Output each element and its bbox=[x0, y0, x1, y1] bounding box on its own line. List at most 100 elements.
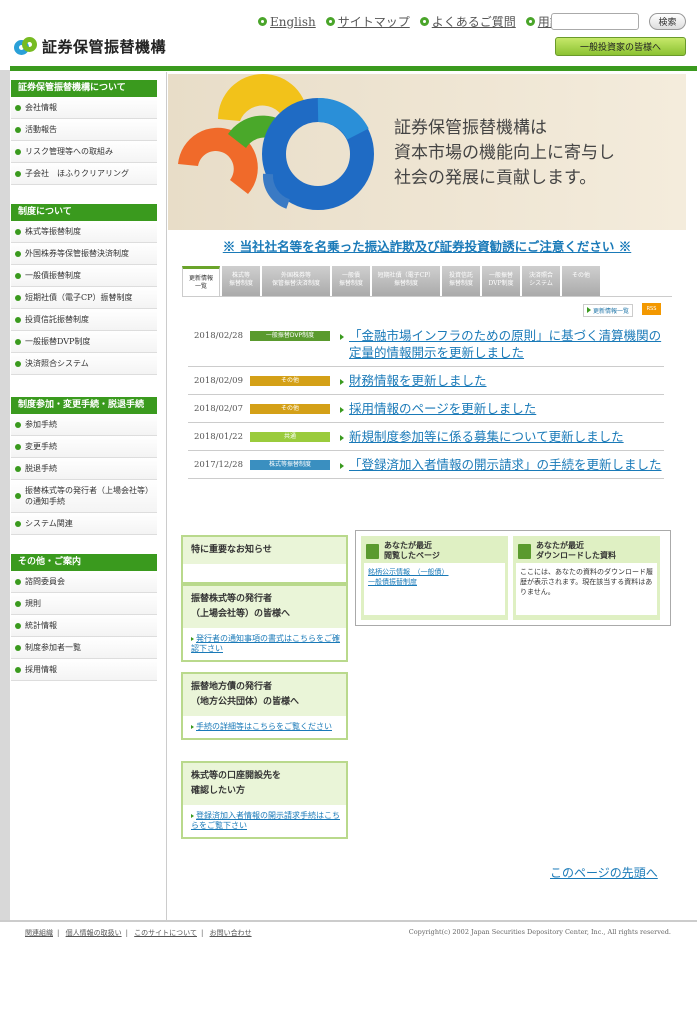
notice-body: 手続の詳細等はこちらをご覧ください bbox=[183, 716, 346, 738]
bullet-icon bbox=[15, 600, 21, 607]
account-link[interactable]: 登録済加入者情報の開示請求手続はこちらをご覧下さい bbox=[191, 811, 340, 830]
tab-dvp[interactable]: 一般振替 DVP制度 bbox=[482, 266, 520, 297]
investor-button[interactable]: 一般投資家の皆様へ bbox=[555, 37, 686, 56]
footer-divider bbox=[0, 920, 697, 922]
recent-title-line: 閲覧したページ bbox=[384, 551, 440, 560]
arrow-icon bbox=[587, 307, 591, 313]
sidebar-item-risk[interactable]: リスク管理等への取組み bbox=[11, 141, 157, 163]
local-gov-link[interactable]: 手続の詳細等はこちらをご覧ください bbox=[196, 722, 332, 731]
sidebar-item-foreign[interactable]: 外国株券等保管振替決済制度 bbox=[11, 243, 157, 265]
news-title-link[interactable]: 「金融市場インフラのための原則」に基づく清算機関の定量的情報開示を更新しました bbox=[349, 327, 664, 361]
tab-label: 投資信託 bbox=[448, 272, 473, 279]
sidebar-item-cp[interactable]: 短期社債（電子CP）振替制度 bbox=[11, 287, 157, 309]
footer-link[interactable]: このサイトについて bbox=[134, 929, 197, 937]
sidebar-item-label: リスク管理等への取組み bbox=[25, 147, 113, 156]
sidebar-item-join[interactable]: 参加手続 bbox=[11, 414, 157, 436]
sidebar-item-matching[interactable]: 決済照合システム bbox=[11, 353, 157, 375]
news-title-link[interactable]: 新規制度参加等に係る募集について更新しました bbox=[349, 428, 664, 445]
bullet-icon bbox=[15, 666, 21, 673]
notice-title-line: 振替地方債の発行者 bbox=[191, 682, 273, 692]
sidebar-item-label: 統計情報 bbox=[25, 621, 57, 630]
search-button[interactable]: 検索 bbox=[649, 13, 686, 30]
top-nav: English サイトマップ よくあるご質問 用語集 bbox=[258, 13, 584, 30]
sidebar-item-company[interactable]: 会社情報 bbox=[11, 97, 157, 119]
sidebar-item-issuer-notice[interactable]: 振替株式等の発行者（上場会社等）の通知手続 bbox=[11, 480, 157, 513]
sidebar-item-label: 活動報告 bbox=[25, 125, 57, 134]
sidebar-item-bonds[interactable]: 一般債振替制度 bbox=[11, 265, 157, 287]
sidebar-item-recruit[interactable]: 採用情報 bbox=[11, 659, 157, 681]
news-date: 2018/02/28 bbox=[194, 331, 243, 341]
sidebar-item-activities[interactable]: 活動報告 bbox=[11, 119, 157, 141]
sidebar-item-label: 会社情報 bbox=[25, 103, 57, 112]
tab-label: 保管振替決済制度 bbox=[271, 280, 320, 287]
nav-label: サイトマップ bbox=[337, 15, 410, 29]
tab-label: 振替制度 bbox=[448, 280, 473, 287]
sidebar-item-dvp[interactable]: 一般振替DVP制度 bbox=[11, 331, 157, 353]
sidebar-item-advisory[interactable]: 諮問委員会 bbox=[11, 571, 157, 593]
fraud-alert-link[interactable]: ※ 当社社名等を名乗った振込詐欺及び証券投資勧誘にご注意ください ※ bbox=[168, 236, 686, 255]
nav-faq[interactable]: よくあるご質問 bbox=[419, 13, 516, 30]
site-logo[interactable]: 証券保管振替機構 bbox=[14, 35, 166, 57]
sidebar-group-title: その他・ご案内 bbox=[11, 554, 157, 571]
sidebar-item-stocks[interactable]: 株式等振替制度 bbox=[11, 221, 157, 243]
tab-bonds[interactable]: 一般債 振替制度 bbox=[332, 266, 370, 297]
news-list-link[interactable]: 更新情報一覧 bbox=[583, 304, 634, 317]
sidebar-item-rules[interactable]: 規則 bbox=[11, 593, 157, 615]
tab-other[interactable]: その他 bbox=[562, 266, 600, 297]
sidebar-item-trust[interactable]: 投資信託振替制度 bbox=[11, 309, 157, 331]
tab-divider bbox=[182, 296, 672, 297]
tab-cp[interactable]: 短期社債（電子CP） 振替制度 bbox=[372, 266, 440, 297]
sidebar-item-system[interactable]: システム関連 bbox=[11, 513, 157, 535]
tab-stocks[interactable]: 株式等 振替制度 bbox=[222, 266, 260, 297]
nav-sitemap[interactable]: サイトマップ bbox=[325, 13, 410, 30]
account-notice-box: 株式等の口座開設先を 確認したい方 登録済加入者情報の開示請求手続はこちらをご覧下… bbox=[181, 761, 348, 839]
category-badge: その他 bbox=[250, 404, 330, 414]
tab-matching[interactable]: 決済照合 システム bbox=[522, 266, 560, 297]
sidebar-item-withdraw[interactable]: 脱退手続 bbox=[11, 458, 157, 480]
hero-line: 資本市場の機能向上に寄与し bbox=[394, 143, 615, 163]
sidebar-item-subsidiary[interactable]: 子会社 ほふりクリアリング bbox=[11, 163, 157, 185]
sidebar-group-about: 証券保管振替機構について 会社情報 活動報告 リスク管理等への取組み 子会社 ほ… bbox=[11, 80, 157, 185]
rss-icon[interactable]: RSS bbox=[642, 303, 661, 315]
sidebar-item-label: 株式等振替制度 bbox=[25, 227, 81, 236]
hero-banner: 証券保管振替機構は 資本市場の機能向上に寄与し 社会の発展に貢献します。 bbox=[168, 74, 686, 230]
tab-foreign[interactable]: 外国株券等 保管振替決済制度 bbox=[262, 266, 330, 297]
tab-updates[interactable]: 更新情報 一覧 bbox=[182, 266, 220, 297]
bullet-icon bbox=[15, 250, 21, 257]
left-gutter bbox=[0, 70, 10, 920]
issuers-link[interactable]: 発行者の通知事項の書式はこちらをご確認下さい bbox=[191, 634, 340, 653]
hero-line: 社会の発展に貢献します。 bbox=[394, 168, 597, 188]
sidebar-item-label: 一般債振替制度 bbox=[25, 271, 81, 280]
sidebar-item-label: 外国株券等保管振替決済制度 bbox=[25, 249, 129, 258]
sidebar-item-stats[interactable]: 統計情報 bbox=[11, 615, 157, 637]
sidebar-group-systems: 制度について 株式等振替制度 外国株券等保管振替決済制度 一般債振替制度 短期社… bbox=[11, 204, 157, 375]
tab-trust[interactable]: 投資信託 振替制度 bbox=[442, 266, 480, 297]
recent-downloads-text: ここには、あなたの資料のダウンロード履歴が表示されます。現在該当する資料はありま… bbox=[516, 563, 657, 615]
news-tabs: 更新情報 一覧 株式等 振替制度 外国株券等 保管振替決済制度 一般債 振替制度 短期社… bbox=[182, 266, 602, 297]
footer-link[interactable]: お問い合わせ bbox=[210, 929, 252, 937]
recent-page-link[interactable]: 一般債振替制度 bbox=[368, 577, 501, 587]
sidebar-item-label: 子会社 ほふりクリアリング bbox=[25, 169, 129, 178]
notice-title: 株式等の口座開設先を 確認したい方 bbox=[183, 763, 346, 805]
recent-page-link[interactable]: 銘柄公示情報 （一般債） bbox=[368, 567, 501, 577]
arrow-icon bbox=[191, 725, 194, 729]
document-icon bbox=[366, 543, 379, 559]
nav-english[interactable]: English bbox=[258, 15, 316, 29]
footer-link[interactable]: 関連組織 bbox=[25, 929, 53, 937]
sidebar-item-participants[interactable]: 制度参加者一覧 bbox=[11, 637, 157, 659]
tab-label: 株式等 bbox=[231, 272, 250, 279]
news-title-link[interactable]: 「登録済加入者情報の開示請求」の手続を更新しました bbox=[349, 456, 664, 473]
sidebar-item-change[interactable]: 変更手続 bbox=[11, 436, 157, 458]
news-title-link[interactable]: 財務情報を更新しました bbox=[349, 372, 664, 389]
news-title-link[interactable]: 採用情報のページを更新しました bbox=[349, 400, 664, 417]
footer-link[interactable]: 個人情報の取扱い bbox=[66, 929, 122, 937]
bullet-icon bbox=[15, 272, 21, 279]
important-notice-box: 特に重要なお知らせ bbox=[181, 535, 348, 584]
page-top-link[interactable]: このページの先頭へ bbox=[550, 864, 658, 881]
recent-pages: あなたが最近 閲覧したページ 銘柄公示情報 （一般債） 一般債振替制度 bbox=[361, 536, 508, 620]
tab-label: 一般債 bbox=[341, 272, 360, 279]
search-input[interactable] bbox=[551, 13, 639, 30]
notice-body: 発行者の通知事項の書式はこちらをご確認下さい bbox=[183, 628, 346, 660]
chain-rings-illustration bbox=[178, 74, 374, 210]
news-item: 2018/02/07 その他 採用情報のページを更新しました bbox=[188, 395, 664, 423]
